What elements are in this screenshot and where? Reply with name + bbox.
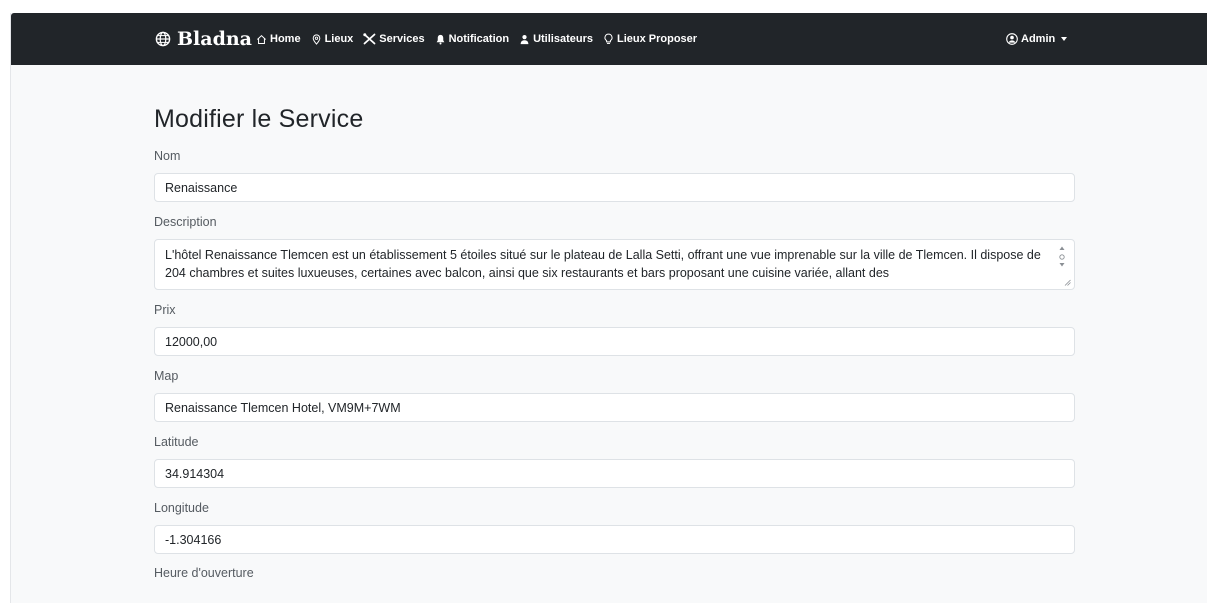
description-textarea[interactable]: L'hôtel Renaissance Tlemcen est un établ… xyxy=(154,239,1075,290)
tools-icon xyxy=(363,33,376,45)
admin-label: Admin xyxy=(1021,33,1056,45)
lightbulb-icon xyxy=(604,33,613,44)
nav-services[interactable]: Services xyxy=(363,33,425,45)
latitude-label: Latitude xyxy=(154,435,199,449)
resize-handle-icon[interactable] xyxy=(1064,279,1071,286)
map-input[interactable]: Renaissance Tlemcen Hotel, VM9M+7WM xyxy=(154,393,1075,422)
home-icon xyxy=(257,34,266,44)
nom-label: Nom xyxy=(154,149,181,163)
nav-notification[interactable]: Notification xyxy=(435,33,509,45)
latitude-input[interactable]: 34.914304 xyxy=(154,459,1075,488)
heure-ouverture-label: Heure d'ouverture xyxy=(154,566,254,580)
nav-utilisateurs[interactable]: Utilisateurs xyxy=(519,33,593,45)
page-title: Modifier le Service xyxy=(154,105,364,133)
map-pin-icon xyxy=(312,33,320,45)
nav-lieux[interactable]: Lieux xyxy=(311,33,353,45)
globe-icon xyxy=(155,31,171,47)
nav-links: Home Lieux Services Notification Utilisa… xyxy=(256,13,707,65)
longitude-input[interactable]: -1.304166 xyxy=(154,525,1075,554)
bell-icon xyxy=(436,34,444,45)
admin-dropdown[interactable]: Admin xyxy=(1006,13,1068,65)
map-label: Map xyxy=(154,369,179,383)
prix-input[interactable]: 12000,00 xyxy=(154,327,1075,356)
edit-service-form: Modifier le Service Nom Renaissance Desc… xyxy=(154,65,1075,580)
caret-down-icon xyxy=(1061,37,1068,41)
user-circle-icon xyxy=(1006,33,1018,45)
navbar: Bladna Home Lieux Services Notification … xyxy=(11,13,1207,65)
prix-label: Prix xyxy=(154,303,176,317)
brand-name: Bladna xyxy=(177,28,252,50)
nom-input[interactable]: Renaissance xyxy=(154,173,1075,202)
brand-link[interactable]: Bladna xyxy=(155,13,252,65)
longitude-label: Longitude xyxy=(154,501,209,515)
nav-home[interactable]: Home xyxy=(256,33,301,45)
nav-lieux-proposer[interactable]: Lieux Proposer xyxy=(603,33,697,45)
description-label: Description xyxy=(154,215,217,229)
scroll-arrows-icon[interactable] xyxy=(1058,244,1066,274)
description-text: L'hôtel Renaissance Tlemcen est un établ… xyxy=(165,248,1041,280)
person-icon xyxy=(520,34,529,44)
page: Bladna Home Lieux Services Notification … xyxy=(10,13,1207,603)
